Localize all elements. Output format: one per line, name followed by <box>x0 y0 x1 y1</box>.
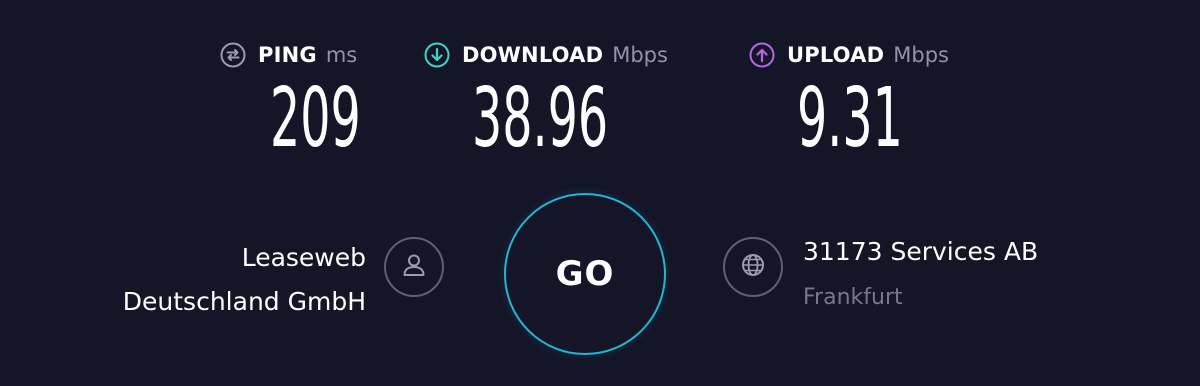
upload-unit: Mbps <box>893 43 949 67</box>
globe-icon <box>738 250 768 284</box>
ping-value: 209 <box>270 71 361 166</box>
ping-header: PING ms <box>220 40 357 70</box>
upload-label: UPLOAD <box>787 43 885 67</box>
download-value: 38.96 <box>472 71 609 166</box>
upload-metric: UPLOAD Mbps 9.31 <box>749 40 949 160</box>
server-name: 31173 Services AB <box>803 237 1039 266</box>
upload-value: 9.31 <box>797 71 903 166</box>
isp-button[interactable] <box>384 237 444 297</box>
upload-header: UPLOAD Mbps <box>749 40 949 70</box>
ping-label: PING <box>258 43 317 67</box>
ping-unit: ms <box>325 43 358 67</box>
ping-icon <box>220 42 246 68</box>
isp-name-line1: Leaseweb <box>241 243 366 272</box>
user-icon <box>399 250 429 284</box>
download-metric: DOWNLOAD Mbps 38.96 <box>424 40 668 160</box>
download-header: DOWNLOAD Mbps <box>424 40 668 70</box>
download-arrow-icon <box>424 42 450 68</box>
isp-name: Leaseweb Deutschland GmbH <box>123 236 366 324</box>
download-unit: Mbps <box>612 43 668 67</box>
download-label: DOWNLOAD <box>462 43 604 67</box>
ping-metric: PING ms 209 <box>220 40 361 160</box>
server-location[interactable]: Frankfurt <box>803 285 903 310</box>
server-button[interactable] <box>723 237 783 297</box>
go-button[interactable]: GO <box>504 193 666 355</box>
go-label: GO <box>555 254 615 294</box>
upload-arrow-icon <box>749 42 775 68</box>
isp-name-line2: Deutschland GmbH <box>122 287 366 316</box>
